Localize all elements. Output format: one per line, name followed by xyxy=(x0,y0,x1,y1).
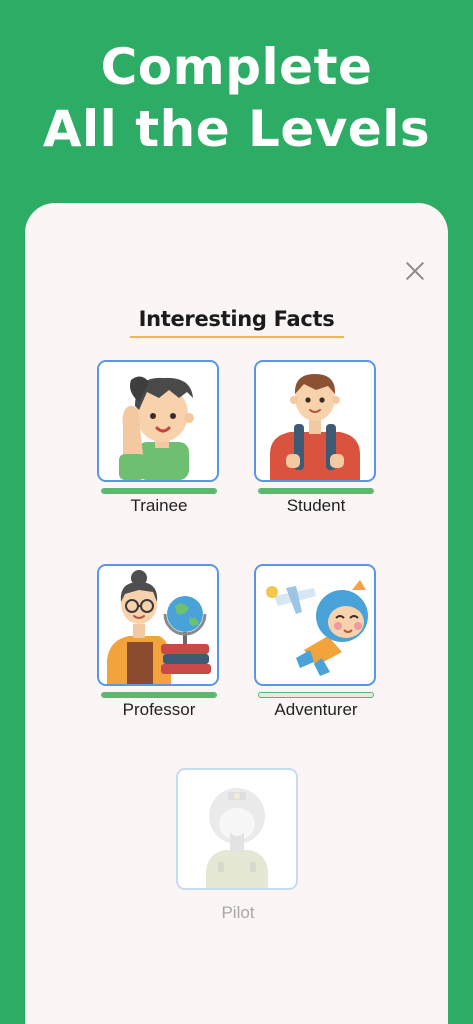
headline-line-1: Complete xyxy=(100,38,373,96)
level-progress-bar xyxy=(101,692,217,698)
level-tile[interactable] xyxy=(254,360,376,482)
level-trainee[interactable]: Trainee xyxy=(97,360,221,516)
level-tile[interactable] xyxy=(97,564,219,686)
title-underline xyxy=(130,336,344,338)
level-tile[interactable] xyxy=(97,360,219,482)
level-progress-fill xyxy=(102,489,216,493)
level-label: Adventurer xyxy=(274,700,358,719)
headline-line-2: All the Levels xyxy=(42,100,431,158)
level-adventurer[interactable]: Adventurer xyxy=(254,564,378,720)
level-progress-fill xyxy=(102,693,216,697)
level-student[interactable]: Student xyxy=(254,360,378,516)
level-progress-fill xyxy=(259,489,373,493)
level-professor[interactable]: Professor xyxy=(97,564,221,720)
level-tile[interactable] xyxy=(254,564,376,686)
pilot-avatar-icon xyxy=(206,788,268,888)
level-label: Student xyxy=(286,496,346,515)
level-tile[interactable] xyxy=(176,768,298,890)
level-progress-bar xyxy=(258,692,374,698)
student-avatar-icon xyxy=(270,374,360,480)
trainee-avatar-icon xyxy=(119,376,194,480)
modal-title: Interesting Facts xyxy=(138,307,335,331)
headline: Complete All the Levels xyxy=(0,36,473,160)
level-progress-bar xyxy=(258,488,374,494)
adventurer-avatar-icon xyxy=(266,580,368,676)
level-progress-bar xyxy=(101,488,217,494)
professor-avatar-icon xyxy=(107,570,211,684)
level-pilot[interactable]: Pilot xyxy=(176,768,300,923)
levels-modal: Interesting Facts Trainee Student Profes… xyxy=(25,203,448,1024)
level-label: Professor xyxy=(122,700,196,719)
close-icon[interactable] xyxy=(401,257,429,285)
level-label: Pilot xyxy=(221,903,255,922)
level-label: Trainee xyxy=(130,496,188,515)
